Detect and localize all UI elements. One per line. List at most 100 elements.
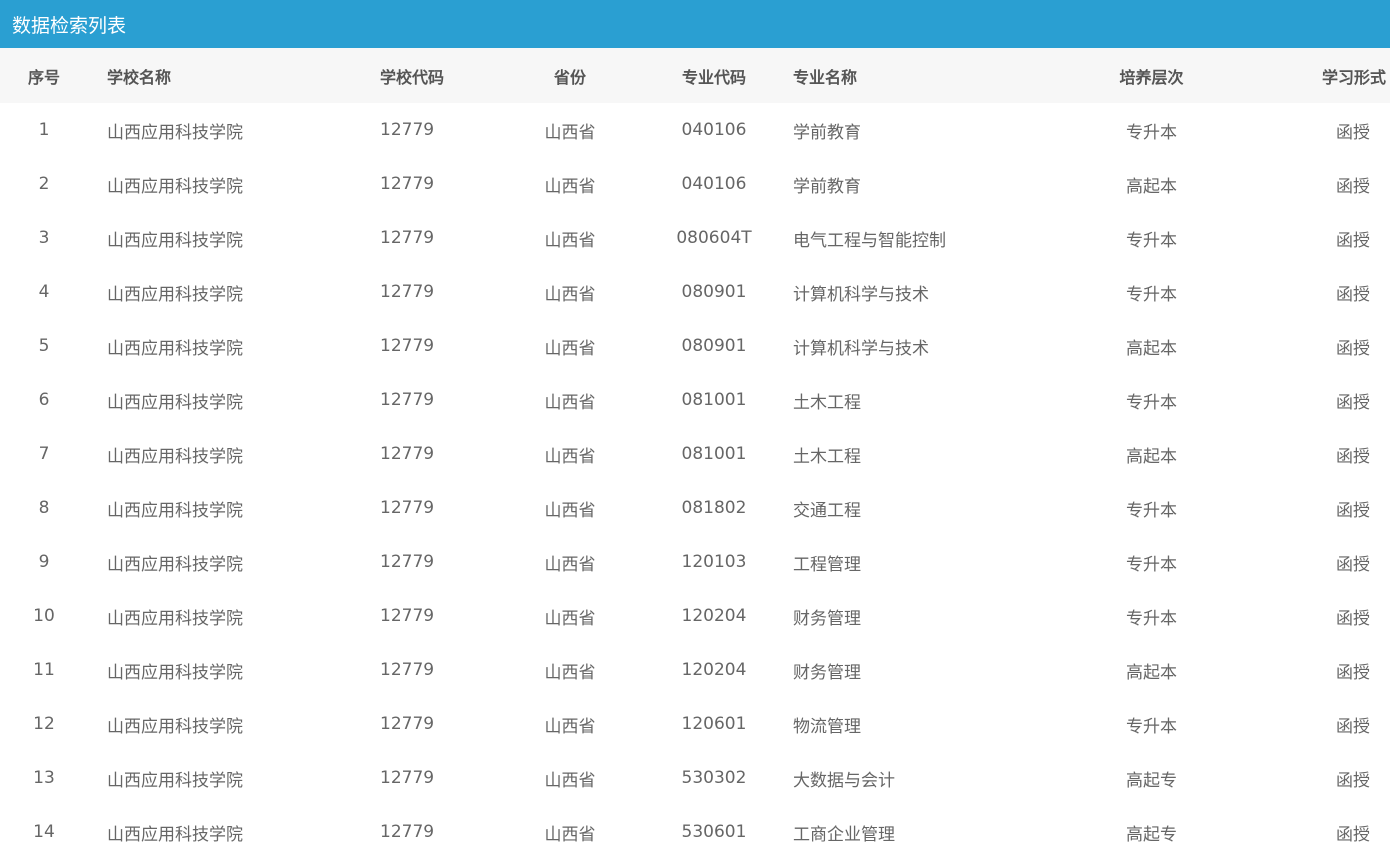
cell-level: 专升本 (1126, 554, 1177, 575)
cell-major-code: 081001 (681, 444, 747, 464)
table-row: 9 山西应用科技学院 12779 山西省 120103 工程管理 专升本 函授 (0, 535, 1390, 589)
cell-index: 12 (33, 714, 55, 734)
cell-major-name: 工程管理 (793, 554, 861, 575)
cell-major-code: 080604T (676, 228, 752, 248)
cell-province: 山西省 (544, 662, 596, 683)
cell-province: 山西省 (544, 446, 596, 467)
cell-level: 高起专 (1126, 770, 1177, 791)
cell-study-form: 函授 (1336, 338, 1370, 359)
table-row: 3 山西应用科技学院 12779 山西省 080604T 电气工程与智能控制 专升本 函授 (0, 211, 1390, 265)
table-row: 13 山西应用科技学院 12779 山西省 530302 大数据与会计 高起专 函授 (0, 751, 1390, 805)
cell-school-name: 山西应用科技学院 (107, 122, 243, 143)
cell-major-code: 530302 (681, 768, 747, 788)
cell-level: 专升本 (1126, 500, 1177, 521)
cell-school-code: 12779 (380, 120, 435, 140)
cell-school-name: 山西应用科技学院 (107, 770, 243, 791)
cell-major-name: 交通工程 (793, 500, 861, 521)
cell-level: 专升本 (1126, 122, 1177, 143)
table-header: 序号 学校名称 学校代码 省份 专业代码 专业名称 培养层次 学习形式 (0, 48, 1390, 103)
cell-school-code: 12779 (380, 606, 435, 626)
cell-school-code: 12779 (380, 390, 435, 410)
table-row: 14 山西应用科技学院 12779 山西省 530601 工商企业管理 高起专 函授 (0, 805, 1390, 859)
cell-study-form: 函授 (1336, 770, 1370, 791)
table-row: 6 山西应用科技学院 12779 山西省 081001 土木工程 专升本 函授 (0, 373, 1390, 427)
cell-school-code: 12779 (380, 444, 435, 464)
cell-study-form: 函授 (1336, 716, 1370, 737)
cell-index: 10 (33, 606, 55, 626)
cell-major-name: 学前教育 (793, 122, 861, 143)
cell-study-form: 函授 (1336, 608, 1370, 629)
table-row: 5 山西应用科技学院 12779 山西省 080901 计算机科学与技术 高起本 函授 (0, 319, 1390, 373)
cell-major-code: 120601 (681, 714, 747, 734)
cell-major-name: 物流管理 (793, 716, 861, 737)
cell-major-name: 计算机科学与技术 (793, 338, 929, 359)
cell-study-form: 函授 (1336, 122, 1370, 143)
cell-major-name: 土木工程 (793, 446, 861, 467)
cell-school-code: 12779 (380, 336, 435, 356)
cell-level: 专升本 (1126, 716, 1177, 737)
cell-province: 山西省 (544, 770, 596, 791)
cell-major-name: 电气工程与智能控制 (793, 230, 946, 251)
cell-study-form: 函授 (1336, 446, 1370, 467)
cell-index: 9 (38, 552, 50, 572)
table-body: 1 山西应用科技学院 12779 山西省 040106 学前教育 专升本 函授 2 山西应用科技学… (0, 103, 1390, 859)
cell-school-name: 山西应用科技学院 (107, 392, 243, 413)
cell-province: 山西省 (544, 716, 596, 737)
cell-level: 专升本 (1126, 392, 1177, 413)
header-province: 省份 (553, 67, 586, 87)
cell-school-name: 山西应用科技学院 (107, 284, 243, 305)
page-title: 数据检索列表 (12, 14, 127, 37)
header-school-name: 学校名称 (107, 67, 172, 87)
cell-major-code: 081001 (681, 390, 747, 410)
cell-school-code: 12779 (380, 714, 435, 734)
header-major-code: 专业代码 (681, 67, 746, 87)
cell-school-code: 12779 (380, 228, 435, 248)
cell-major-code: 080901 (681, 336, 747, 356)
cell-study-form: 函授 (1336, 392, 1370, 413)
cell-major-name: 财务管理 (793, 608, 861, 629)
cell-level: 高起本 (1126, 176, 1177, 197)
table-row: 10 山西应用科技学院 12779 山西省 120204 财务管理 专升本 函授 (0, 589, 1390, 643)
cell-level: 高起本 (1126, 662, 1177, 683)
cell-study-form: 函授 (1336, 500, 1370, 521)
cell-study-form: 函授 (1336, 284, 1370, 305)
cell-major-name: 大数据与会计 (793, 770, 895, 791)
cell-index: 2 (38, 174, 50, 194)
cell-major-code: 120103 (681, 552, 747, 572)
cell-level: 专升本 (1126, 608, 1177, 629)
table-row: 12 山西应用科技学院 12779 山西省 120601 物流管理 专升本 函授 (0, 697, 1390, 751)
cell-school-code: 12779 (380, 768, 435, 788)
cell-school-code: 12779 (380, 282, 435, 302)
cell-major-code: 040106 (681, 174, 747, 194)
table-row: 2 山西应用科技学院 12779 山西省 040106 学前教育 高起本 函授 (0, 157, 1390, 211)
cell-school-name: 山西应用科技学院 (107, 338, 243, 359)
cell-school-code: 12779 (380, 552, 435, 572)
cell-index: 11 (33, 660, 55, 680)
cell-major-code: 120204 (681, 606, 747, 626)
data-table: 序号 学校名称 学校代码 省份 专业代码 专业名称 培养层次 学习形式 1 山西应… (0, 48, 1390, 859)
cell-study-form: 函授 (1336, 662, 1370, 683)
cell-school-code: 12779 (380, 660, 435, 680)
cell-province: 山西省 (544, 338, 596, 359)
cell-study-form: 函授 (1336, 824, 1370, 845)
cell-province: 山西省 (544, 500, 596, 521)
cell-index: 13 (33, 768, 55, 788)
cell-study-form: 函授 (1336, 554, 1370, 575)
cell-province: 山西省 (544, 608, 596, 629)
cell-index: 1 (38, 120, 50, 140)
cell-index: 14 (33, 822, 55, 842)
header-school-code: 学校代码 (380, 67, 445, 87)
cell-school-name: 山西应用科技学院 (107, 716, 243, 737)
cell-level: 专升本 (1126, 230, 1177, 251)
cell-school-name: 山西应用科技学院 (107, 662, 243, 683)
cell-study-form: 函授 (1336, 176, 1370, 197)
header-level: 培养层次 (1119, 67, 1184, 87)
table-row: 4 山西应用科技学院 12779 山西省 080901 计算机科学与技术 专升本 函授 (0, 265, 1390, 319)
cell-study-form: 函授 (1336, 230, 1370, 251)
cell-major-code: 080901 (681, 282, 747, 302)
cell-school-code: 12779 (380, 498, 435, 518)
header-row: 序号 学校名称 学校代码 省份 专业代码 专业名称 培养层次 学习形式 (0, 48, 1390, 103)
table-row: 7 山西应用科技学院 12779 山西省 081001 土木工程 高起本 函授 (0, 427, 1390, 481)
cell-index: 3 (38, 228, 50, 248)
cell-level: 高起本 (1126, 338, 1177, 359)
